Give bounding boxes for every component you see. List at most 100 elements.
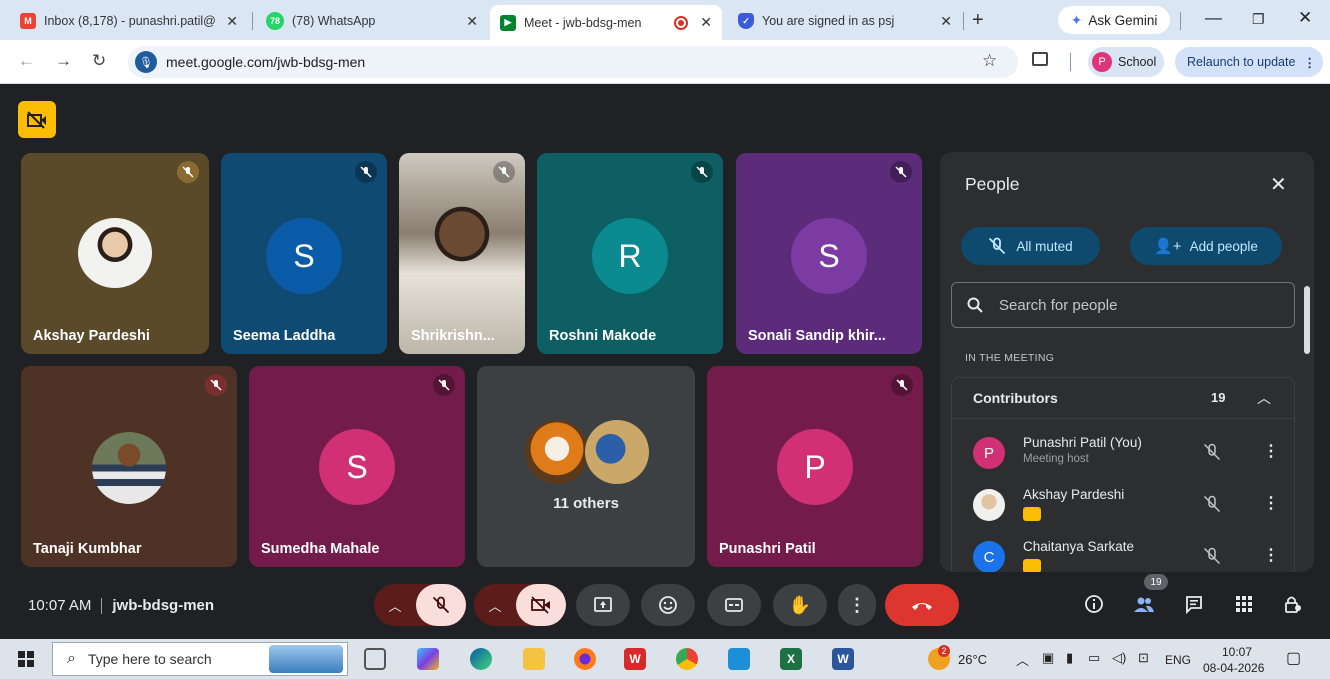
participant-tile[interactable]: S Seema Laddha xyxy=(221,153,387,354)
close-tab-icon[interactable]: ✕ xyxy=(466,13,478,30)
chevron-up-icon[interactable]: ︿ xyxy=(1257,388,1271,408)
leave-call-button[interactable] xyxy=(885,584,959,626)
camera-toggle-button[interactable] xyxy=(516,584,566,626)
participant-tile[interactable]: S Sumedha Mahale xyxy=(249,366,465,567)
temperature[interactable]: 26°C xyxy=(958,652,987,667)
address-bar[interactable]: 🎙 meet.google.com/jwb-bdsg-men xyxy=(128,46,1018,78)
participant-tile[interactable]: R Roshni Makode xyxy=(537,153,723,354)
raise-hand-button[interactable]: ✋ xyxy=(773,584,827,626)
tab-separator xyxy=(1180,12,1181,30)
profile-button[interactable]: P School xyxy=(1088,47,1164,77)
captions-button[interactable] xyxy=(707,584,761,626)
weather-icon[interactable]: 2 xyxy=(928,645,950,670)
host-controls-button[interactable] xyxy=(1273,584,1313,624)
close-panel-button[interactable]: ✕ xyxy=(1270,172,1287,197)
task-view-icon[interactable] xyxy=(364,648,386,670)
close-window-button[interactable]: ✕ xyxy=(1298,8,1312,28)
meet-tray-icon[interactable]: ▣ xyxy=(1042,650,1054,666)
all-muted-button[interactable]: All muted xyxy=(961,227,1100,265)
file-explorer-icon[interactable] xyxy=(523,648,545,670)
meeting-time: 10:07 AM xyxy=(28,597,92,614)
participant-photo xyxy=(92,432,166,504)
bookmark-star-icon[interactable]: ☆ xyxy=(982,51,997,71)
mic-off-icon[interactable] xyxy=(1203,547,1221,570)
word-icon[interactable]: W xyxy=(832,648,854,670)
close-tab-icon[interactable]: ✕ xyxy=(226,13,238,30)
usb-icon[interactable]: ▮ xyxy=(1066,650,1073,666)
people-button[interactable]: 19 xyxy=(1124,574,1168,624)
network-icon[interactable]: ⊡ xyxy=(1138,650,1149,666)
reactions-button[interactable] xyxy=(641,584,695,626)
add-people-button[interactable]: 👤+ Add people xyxy=(1130,227,1282,265)
more-options-icon[interactable]: ⋮ xyxy=(1263,441,1279,461)
camera-off-warning-icon[interactable] xyxy=(18,101,56,138)
participant-name: Sonali Sandip khir... xyxy=(748,328,886,344)
tab-signed-in[interactable]: ✓ You are signed in as psj ✕ xyxy=(728,6,962,36)
copilot-icon[interactable] xyxy=(417,648,439,670)
volume-icon[interactable]: ◁) xyxy=(1112,650,1126,666)
windows-taskbar: ⌕ Type here to search W X W 2 26°C ︿ ▣ ▮… xyxy=(0,639,1330,679)
tab-gmail[interactable]: M Inbox (8,178) - punashri.patil@ ✕ xyxy=(10,6,248,36)
panel-scrollbar[interactable] xyxy=(1304,286,1310,354)
ask-gemini-button[interactable]: ✦ Ask Gemini xyxy=(1058,6,1170,34)
participant-tile[interactable]: Akshay Pardeshi xyxy=(21,153,209,354)
participant-tile[interactable]: Tanaji Kumbhar xyxy=(21,366,237,567)
forward-button[interactable]: → xyxy=(55,51,72,71)
chat-button[interactable] xyxy=(1174,584,1214,624)
battery-icon[interactable]: ▭ xyxy=(1088,650,1100,666)
tray-chevron-icon[interactable]: ︿ xyxy=(1016,650,1029,669)
more-menu-icon[interactable]: ⋮ xyxy=(1303,55,1316,70)
notification-icon[interactable]: ▢ xyxy=(1286,648,1301,668)
edge-icon[interactable] xyxy=(470,648,492,670)
relaunch-button[interactable]: Relaunch to update ⋮ xyxy=(1175,47,1323,77)
wps-icon[interactable]: W xyxy=(624,648,646,670)
more-options-icon[interactable]: ⋮ xyxy=(1263,545,1279,565)
mic-toggle-button[interactable] xyxy=(416,584,466,626)
close-tab-icon[interactable]: ✕ xyxy=(700,14,712,31)
participant-row[interactable]: C Chaitanya Sarkate ⋮ xyxy=(973,535,1293,572)
site-info-icon[interactable]: 🎙 xyxy=(135,51,157,73)
search-people-input[interactable]: Search for people xyxy=(951,282,1295,328)
participant-photo xyxy=(78,218,152,288)
camera-options-chevron-icon[interactable]: ︿ xyxy=(474,596,516,615)
excel-icon[interactable]: X xyxy=(780,648,802,670)
taskbar-date[interactable]: 08-04-2026 xyxy=(1203,661,1264,675)
add-person-icon: 👤+ xyxy=(1154,238,1182,255)
firefox-icon[interactable] xyxy=(574,648,596,670)
participant-tile[interactable]: S Sonali Sandip khir... xyxy=(736,153,922,354)
tab-title: You are signed in as psj xyxy=(762,14,895,28)
more-options-button[interactable]: ⋮ xyxy=(838,584,876,626)
close-tab-icon[interactable]: ✕ xyxy=(940,13,952,30)
back-button[interactable]: ← xyxy=(18,51,35,71)
participant-row[interactable]: Akshay Pardeshi ⋮ xyxy=(973,483,1293,527)
minimize-button[interactable]: — xyxy=(1205,8,1222,28)
windows-start-icon[interactable] xyxy=(18,651,34,672)
app-icon[interactable] xyxy=(728,648,750,670)
cast-icon[interactable] xyxy=(1032,52,1048,66)
taskbar-time[interactable]: 10:07 xyxy=(1222,645,1252,659)
tab-separator xyxy=(252,12,253,30)
reload-button[interactable]: ↻ xyxy=(92,51,106,71)
mic-off-icon[interactable] xyxy=(1203,443,1221,466)
tab-whatsapp[interactable]: 78 (78) WhatsApp ✕ xyxy=(256,6,488,36)
participant-tile[interactable]: Shrikrishn... xyxy=(399,153,525,354)
taskbar-search-input[interactable]: ⌕ Type here to search xyxy=(52,642,348,676)
more-options-icon[interactable]: ⋮ xyxy=(1263,493,1279,513)
meeting-details-button[interactable] xyxy=(1074,584,1114,624)
mic-off-icon[interactable] xyxy=(1203,495,1221,518)
gmail-icon: M xyxy=(20,13,36,29)
activities-button[interactable] xyxy=(1224,584,1264,624)
others-tile[interactable]: 11 others xyxy=(477,366,695,567)
relaunch-label: Relaunch to update xyxy=(1187,55,1296,69)
restore-button[interactable]: ❐ xyxy=(1252,11,1265,28)
tab-meet[interactable]: ▶ Meet - jwb-bdsg-men ✕ xyxy=(490,5,722,40)
new-tab-button[interactable]: + xyxy=(972,9,984,32)
present-button[interactable] xyxy=(576,584,630,626)
all-muted-label: All muted xyxy=(1016,238,1073,254)
language-indicator[interactable]: ENG xyxy=(1165,653,1191,667)
chrome-icon[interactable] xyxy=(676,648,698,670)
mic-options-chevron-icon[interactable]: ︿ xyxy=(374,596,416,615)
participant-tile[interactable]: P Punashri Patil xyxy=(707,366,923,567)
divider xyxy=(952,418,1294,419)
participant-row[interactable]: P Punashri Patil (You) Meeting host ⋮ xyxy=(973,431,1293,475)
